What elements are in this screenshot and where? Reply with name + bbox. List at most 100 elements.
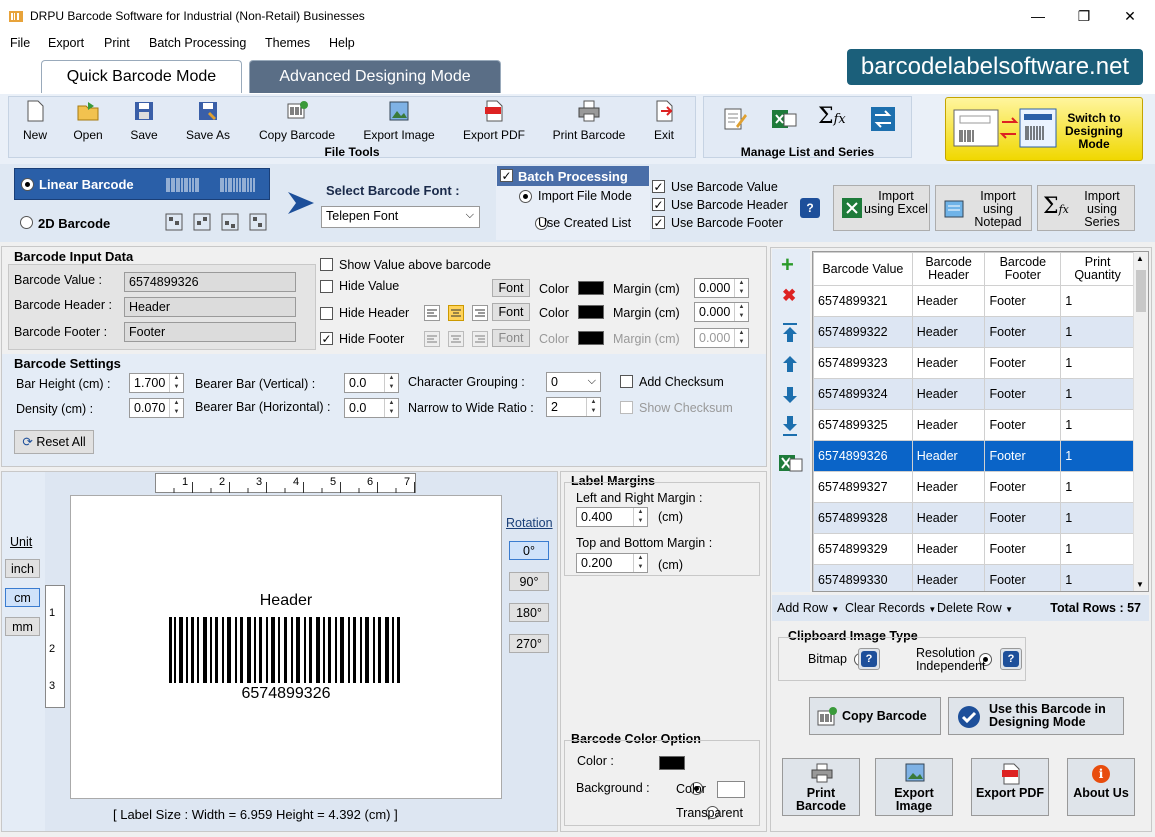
menu-file[interactable]: File xyxy=(10,36,30,50)
import-notepad-button[interactable]: Import using Notepad xyxy=(935,185,1032,231)
table-cell[interactable]: 1 xyxy=(1060,471,1135,503)
import-series-button[interactable]: Σfx Import using Series xyxy=(1037,185,1135,231)
table-row[interactable]: 6574899322 Header Footer 1 xyxy=(813,316,1135,348)
rotate-90-button[interactable]: 90° xyxy=(509,572,549,591)
table-row[interactable]: 6574899321 Header Footer 1 xyxy=(813,285,1135,317)
use-barcode-header-checkbox[interactable] xyxy=(652,198,665,211)
use-barcode-footer-checkbox[interactable] xyxy=(652,216,665,229)
table-cell[interactable]: 6574899322 xyxy=(813,316,913,348)
column-header[interactable]: Barcode Footer xyxy=(984,252,1062,286)
table-cell[interactable]: Header xyxy=(911,564,986,591)
batch-processing-header[interactable]: Batch Processing xyxy=(497,166,649,186)
barcode-footer-input[interactable]: Footer xyxy=(124,322,296,342)
menu-print[interactable]: Print xyxy=(104,36,130,50)
add-icon[interactable]: + xyxy=(781,254,799,276)
move-up-icon[interactable] xyxy=(781,354,799,374)
table-cell[interactable]: 1 xyxy=(1060,502,1135,534)
table-cell[interactable]: Header xyxy=(911,471,986,503)
import-excel-button[interactable]: Import using Excel xyxy=(833,185,930,231)
narrow-to-wide-spinner[interactable]: 2 ▲ ▼ xyxy=(546,397,601,417)
table-cell[interactable]: 6574899323 xyxy=(813,347,913,379)
spinner-arrows-icon[interactable]: ▲ ▼ xyxy=(384,399,398,417)
spinner-arrows-icon[interactable]: ▲ ▼ xyxy=(633,554,647,572)
table-row[interactable]: 6574899330 Header Footer 1 xyxy=(813,564,1135,591)
spinner-arrows-icon[interactable]: ▲ ▼ xyxy=(734,329,748,347)
table-cell[interactable]: 6574899328 xyxy=(813,502,913,534)
add-row-button[interactable]: Add Row ▼ xyxy=(777,601,839,615)
align-right-icon[interactable] xyxy=(472,331,488,347)
unit-mm-button[interactable]: mm xyxy=(5,617,40,636)
table-cell[interactable]: 6574899325 xyxy=(813,409,913,441)
table-cell[interactable]: 6574899327 xyxy=(813,471,913,503)
spinner-arrows-icon[interactable]: ▲ ▼ xyxy=(633,508,647,526)
menu-help[interactable]: Help xyxy=(329,36,355,50)
barcode-color-swatch[interactable] xyxy=(659,756,685,770)
new-button[interactable]: New xyxy=(17,100,53,142)
hide-footer-checkbox[interactable] xyxy=(320,332,333,345)
align-right-icon[interactable] xyxy=(472,305,488,321)
hide-header-checkbox[interactable] xyxy=(320,307,333,320)
batch-data-table[interactable]: Barcode Value Barcode Header Barcode Foo… xyxy=(812,251,1149,592)
table-cell[interactable]: 6574899330 xyxy=(813,564,913,591)
align-left-icon[interactable] xyxy=(424,331,440,347)
barcode-value-input[interactable]: 6574899326 xyxy=(124,272,296,292)
spinner-arrows-icon[interactable]: ▲ ▼ xyxy=(734,279,748,297)
linear-barcode-option[interactable]: Linear Barcode xyxy=(14,168,270,200)
table-row[interactable]: 6574899326 Header Footer 1 xyxy=(813,440,1135,472)
table-cell[interactable]: 1 xyxy=(1060,378,1135,410)
value-font-button[interactable]: Font xyxy=(492,279,530,297)
delete-icon[interactable]: ✖ xyxy=(782,287,800,305)
bearer-horizontal-spinner[interactable]: 0.0 ▲ ▼ xyxy=(344,398,399,418)
minimize-button[interactable]: — xyxy=(1015,0,1061,32)
swap-arrows-icon[interactable] xyxy=(870,106,896,132)
table-cell[interactable]: Header xyxy=(911,285,986,317)
2d-barcode-radio[interactable] xyxy=(20,216,33,229)
table-cell[interactable]: 6574899324 xyxy=(813,378,913,410)
batch-help-icon[interactable]: ? xyxy=(800,198,820,218)
table-cell[interactable]: Footer xyxy=(984,440,1062,472)
hide-value-checkbox[interactable] xyxy=(320,280,333,293)
move-bottom-icon[interactable] xyxy=(781,415,799,437)
table-cell[interactable]: 1 xyxy=(1060,316,1135,348)
table-cell[interactable]: 1 xyxy=(1060,440,1135,472)
rotate-0-button[interactable]: 0° xyxy=(509,541,549,560)
footer-color-swatch[interactable] xyxy=(578,331,604,345)
open-button[interactable]: Open xyxy=(68,100,108,142)
scrollbar-thumb[interactable] xyxy=(1136,270,1146,312)
bitmap-help-button[interactable]: ? xyxy=(858,648,880,670)
column-header[interactable]: Print Quantity xyxy=(1060,252,1135,286)
table-cell[interactable]: Footer xyxy=(984,347,1062,379)
tb-margin-spinner[interactable]: 0.200 ▲ ▼ xyxy=(576,553,648,573)
table-cell[interactable]: 6574899326 xyxy=(813,440,913,472)
value-margin-spinner[interactable]: 0.000 ▲ ▼ xyxy=(694,278,749,298)
export-pdf-action-button[interactable]: Export PDF xyxy=(971,758,1049,816)
print-barcode-action-button[interactable]: Print Barcode xyxy=(782,758,860,816)
show-checksum-checkbox[interactable] xyxy=(620,401,633,414)
align-center-icon[interactable] xyxy=(448,331,464,347)
table-cell[interactable]: Footer xyxy=(984,502,1062,534)
export-pdf-button[interactable]: Export PDF xyxy=(458,100,530,142)
menu-batch-processing[interactable]: Batch Processing xyxy=(149,36,246,50)
export-list-icon[interactable] xyxy=(778,452,804,474)
table-cell[interactable]: 1 xyxy=(1060,564,1135,591)
table-cell[interactable]: Header xyxy=(911,316,986,348)
table-cell[interactable]: Footer xyxy=(984,409,1062,441)
footer-margin-spinner[interactable]: 0.000 ▲ ▼ xyxy=(694,328,749,348)
table-row[interactable]: 6574899324 Header Footer 1 xyxy=(813,378,1135,410)
reset-all-button[interactable]: ⟳ Reset All xyxy=(14,430,94,454)
column-header[interactable]: Barcode Value xyxy=(813,252,913,286)
character-grouping-select[interactable]: 0 ⌵ xyxy=(546,372,601,392)
table-row[interactable]: 6574899329 Header Footer 1 xyxy=(813,533,1135,565)
table-cell[interactable]: Header xyxy=(911,409,986,441)
table-cell[interactable]: Header xyxy=(911,440,986,472)
table-cell[interactable]: Header xyxy=(911,378,986,410)
align-left-icon[interactable] xyxy=(424,305,440,321)
column-header[interactable]: Barcode Header xyxy=(911,252,986,286)
value-color-swatch[interactable] xyxy=(578,281,604,295)
show-value-above-checkbox[interactable] xyxy=(320,258,333,271)
resolution-help-button[interactable]: ? xyxy=(1000,648,1022,670)
table-cell[interactable]: Footer xyxy=(984,471,1062,503)
spinner-arrows-icon[interactable]: ▲ ▼ xyxy=(734,303,748,321)
barcode-label[interactable]: Header 6574899326 xyxy=(155,583,417,719)
rotate-270-button[interactable]: 270° xyxy=(509,634,549,653)
